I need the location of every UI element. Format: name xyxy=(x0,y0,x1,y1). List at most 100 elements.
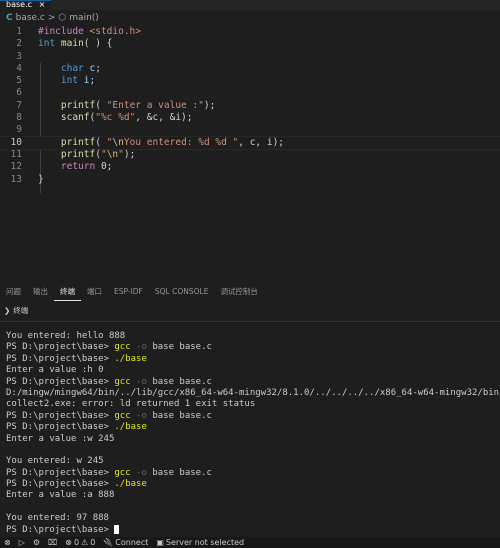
divider xyxy=(0,321,500,322)
terminal-args: base base.c xyxy=(146,376,212,387)
line-number: 10 xyxy=(10,136,22,148)
run-icon[interactable]: ▷ xyxy=(19,538,25,547)
terminal-line: collect2.exe: error: ld returned 1 exit … xyxy=(6,399,256,410)
tab-sql-console[interactable]: SQL CONSOLE xyxy=(149,283,215,301)
code-line-6[interactable]: 6 xyxy=(0,87,500,99)
terminal-line: PS D:\project\base> gcc -o base base.c xyxy=(6,468,500,479)
code-token: i; xyxy=(83,75,96,87)
code-line-11[interactable]: 11 printf("\n"); xyxy=(0,149,500,161)
code-token: ( xyxy=(95,136,101,148)
chevron-right-icon: > xyxy=(47,13,56,23)
trash-icon[interactable]: ⌧ xyxy=(48,538,57,547)
code-token: int xyxy=(60,75,79,87)
breadcrumb: C base.c > ⬡ main() xyxy=(6,12,99,24)
panel-tab-bar: 问题 输出 终端 端口 ESP-IDF SQL CONSOLE 调试控制台 xyxy=(0,283,500,301)
code-line-12[interactable]: 12 return 0; xyxy=(0,161,500,173)
terminal-line: PS D:\project\base> gcc -o base base.c xyxy=(6,411,500,422)
tab-debug-console[interactable]: 调试控制台 xyxy=(214,283,264,301)
close-icon[interactable]: × xyxy=(39,0,46,9)
code-line-5[interactable]: 5 int i; xyxy=(0,75,500,87)
terminal-flag: -o xyxy=(130,410,147,421)
c-file-icon: C xyxy=(6,13,13,23)
code-token: ( ) { xyxy=(83,38,113,50)
code-token: "Enter a value :" xyxy=(106,99,204,111)
terminal-prompt: PS D:\project\base> xyxy=(6,410,115,421)
code-token: char xyxy=(60,62,84,74)
code-token: 0; xyxy=(100,161,113,173)
code-line-1[interactable]: 1 #include <stdio.h> xyxy=(0,26,500,38)
remote-icon[interactable]: ⊗ xyxy=(4,538,11,547)
code-token: \n xyxy=(106,148,119,160)
terminal-line: You entered: w 245 xyxy=(6,456,104,467)
line-number: 1 xyxy=(16,26,22,37)
terminal-flag: -o xyxy=(130,467,147,478)
terminal-line: PS D:\project\base> xyxy=(6,524,500,536)
code-token: printf xyxy=(60,99,96,111)
code-token: ); xyxy=(203,99,216,111)
terminal-args: base base.c xyxy=(146,342,212,353)
terminal-prompt: PS D:\project\base> xyxy=(6,342,115,353)
code-token: c; xyxy=(89,62,101,74)
terminal-line: Enter a value :w 245 xyxy=(6,433,115,444)
terminal-line: You entered: 97 888 xyxy=(6,513,109,524)
code-line-8[interactable]: 8 scanf("%c %d", &c, &i); xyxy=(0,112,500,124)
code-token: , c, i); xyxy=(238,136,285,148)
code-token: , &c, &i); xyxy=(135,112,193,124)
server-icon: ▣ xyxy=(156,538,164,547)
terminal-line: PS D:\project\base> ./base xyxy=(6,479,500,490)
code-line-9[interactable]: 9 xyxy=(0,124,500,136)
tab-terminal[interactable]: 终端 xyxy=(54,283,81,301)
terminal-line: Enter a value :h 0 xyxy=(6,365,104,376)
code-token: int xyxy=(38,38,56,50)
server-status[interactable]: ▣ Server not selected xyxy=(156,538,244,547)
code-token: <stdio.h> xyxy=(89,26,141,37)
line-number: 4 xyxy=(16,62,22,74)
terminal-flag: -o xyxy=(130,376,147,387)
code-line-4[interactable]: 4 char c; xyxy=(0,63,500,75)
tab-ports[interactable]: 端口 xyxy=(81,283,108,301)
error-count: 0 xyxy=(73,538,80,547)
code-token: You entered: %d %d " xyxy=(123,136,239,148)
breadcrumb-file[interactable]: base.c xyxy=(16,12,45,24)
code-editor[interactable]: 1 #include <stdio.h> 2 int main( ) { 3 4 c… xyxy=(0,26,500,193)
code-token: main xyxy=(60,38,84,50)
terminal-prompt: PS D:\project\base> xyxy=(6,422,115,433)
terminal-command: gcc xyxy=(114,467,131,478)
code-token: printf xyxy=(60,136,96,148)
code-line-3[interactable]: 3 xyxy=(0,51,500,63)
terminal-line: PS D:\project\base> gcc -o base base.c xyxy=(6,377,500,388)
code-line-10[interactable]: 10 printf( "\nYou entered: %d %d ", c, i… xyxy=(0,135,500,150)
terminal-line: You entered: hello 888 xyxy=(6,331,126,341)
terminal-line: Enter a value :a 888 xyxy=(6,490,115,501)
connect-label: Connect xyxy=(115,538,149,547)
code-line-13[interactable]: 13} xyxy=(0,174,500,186)
code-token: return xyxy=(60,161,96,173)
terminal-command: gcc xyxy=(114,342,131,353)
tab-esp-idf[interactable]: ESP-IDF xyxy=(108,283,149,301)
tab-problems[interactable]: 问题 xyxy=(0,283,27,301)
tab-label: base.c xyxy=(6,0,33,9)
debug-icon[interactable]: ⚙ xyxy=(33,538,40,547)
problems-indicator[interactable]: ⊗ 0 ⚠ 0 xyxy=(65,538,95,547)
terminal-command: gcc xyxy=(114,410,131,421)
code-token: "%c %d" xyxy=(95,112,136,124)
connect-button[interactable]: 🔌 Connect xyxy=(103,538,148,547)
terminal-prompt: PS D:\project\base> xyxy=(6,467,115,478)
line-number: 6 xyxy=(16,87,22,99)
tab-base-c[interactable]: base.c × xyxy=(0,0,52,10)
terminal-command: ./base xyxy=(114,422,147,433)
line-number: 11 xyxy=(10,148,22,160)
terminal-output[interactable]: You entered: hello 888 PS D:\project\base… xyxy=(6,331,500,536)
breadcrumb-symbol[interactable]: main() xyxy=(69,12,99,24)
warning-icon: ⚠ xyxy=(81,538,89,547)
terminal-command: ./base xyxy=(114,479,147,490)
status-bar: ⊗ ▷ ⚙ ⌧ ⊗ 0 ⚠ 0 🔌 Connect ▣ Server not s… xyxy=(0,537,500,548)
code-line-7[interactable]: 7 printf( "Enter a value :"); xyxy=(0,100,500,112)
terminal-prompt: PS D:\project\base> xyxy=(6,479,115,490)
terminal-args: base base.c xyxy=(146,410,212,421)
code-line-2[interactable]: 2 int main( ) { xyxy=(0,38,500,50)
terminal-header[interactable]: ❯ 终端 xyxy=(4,305,28,316)
tab-output[interactable]: 输出 xyxy=(27,283,54,301)
code-token: scanf xyxy=(60,112,90,124)
